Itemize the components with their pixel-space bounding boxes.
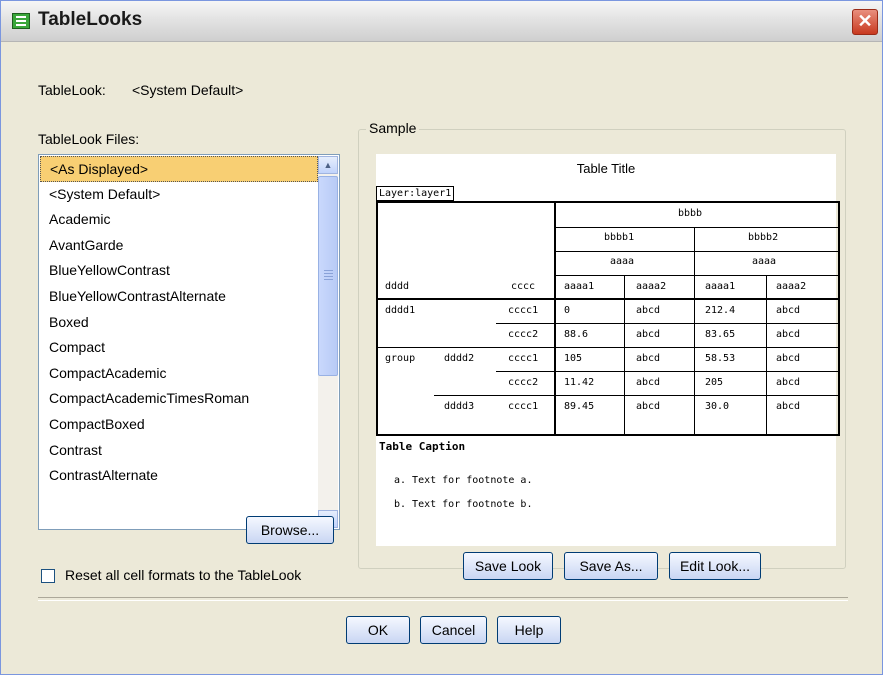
cancel-button[interactable]: Cancel (420, 616, 487, 644)
list-item[interactable]: ContrastAlternate (40, 463, 318, 489)
header-aaaa-right: aaaa (752, 256, 777, 267)
list-item[interactable]: Contrast (40, 438, 318, 464)
table-cell: 58.53 (705, 353, 736, 364)
scroll-up-icon[interactable]: ▲ (318, 156, 338, 174)
footnote-a: a. Text for footnote a. (394, 475, 533, 486)
list-item[interactable]: CompactBoxed (40, 412, 318, 438)
table-cell: abcd (636, 377, 661, 388)
list-item[interactable]: Boxed (40, 310, 318, 336)
table-cell: 0 (564, 305, 571, 316)
tablelooks-dialog: TableLooks ✕ TableLook: <System Default>… (0, 0, 883, 675)
table-cell: 30.0 (705, 401, 730, 412)
header-dddd: dddd (385, 281, 410, 292)
list-scrollbar[interactable]: ▲ ▼ (318, 156, 338, 528)
reset-cell-formats-checkbox[interactable] (41, 569, 55, 583)
tablelook-files-label: TableLook Files: (38, 131, 140, 147)
table-cell: 88.6 (564, 329, 589, 340)
sample-table-title: Table Title (576, 161, 636, 176)
tablelook-value: <System Default> (132, 82, 244, 98)
sample-caption: Table Caption (379, 440, 466, 453)
reset-cell-formats-label: Reset all cell formats to the TableLook (65, 567, 302, 583)
table-cell: abcd (776, 329, 801, 340)
table-cell: 89.45 (564, 401, 595, 412)
row-group-label: group (385, 353, 416, 364)
sample-group-label: Sample (366, 120, 420, 136)
help-button[interactable]: Help (497, 616, 561, 644)
header-col3: aaaa1 (705, 281, 736, 292)
table-cell: abcd (636, 401, 661, 412)
sample-preview: Table Title Layer:layer1 bbbb bbbb1 bbbb… (376, 154, 840, 546)
tablelook-label: TableLook: (38, 82, 106, 98)
header-col1: aaaa1 (564, 281, 595, 292)
table-cell: 11.42 (564, 377, 595, 388)
list-items: <As Displayed> <System Default> Academic Av… (40, 156, 318, 489)
header-bbbb2: bbbb2 (748, 232, 779, 243)
ok-button[interactable]: OK (346, 616, 410, 644)
list-item[interactable]: CompactAcademic (40, 361, 318, 387)
save-look-button[interactable]: Save Look (463, 552, 553, 580)
tablelook-files-list[interactable]: <As Displayed> <System Default> Academic Av… (38, 154, 340, 530)
header-aaaa-left: aaaa (610, 256, 635, 267)
list-item[interactable]: AvantGarde (40, 233, 318, 259)
save-as-button[interactable]: Save As... (564, 552, 658, 580)
list-item[interactable]: <System Default> (40, 182, 318, 208)
list-item[interactable]: BlueYellowContrastAlternate (40, 284, 318, 310)
row-cccc-label: cccc1 (508, 305, 539, 316)
header-cccc: cccc (511, 281, 536, 292)
list-item[interactable]: Academic (40, 207, 318, 233)
list-item[interactable]: BlueYellowContrast (40, 258, 318, 284)
table-cell: abcd (776, 305, 801, 316)
title-bar[interactable]: TableLooks ✕ (1, 1, 882, 42)
sample-layer-label: Layer:layer1 (376, 186, 455, 201)
list-item[interactable]: CompactAcademicTimesRoman (40, 386, 318, 412)
table-cell: abcd (776, 353, 801, 364)
window-title: TableLooks (38, 9, 143, 30)
sample-pivot-table: bbbb bbbb1 bbbb2 aaaa aaaa dddd cccc aaa… (376, 201, 840, 436)
row-cccc-label: cccc2 (508, 329, 539, 340)
header-bbbb: bbbb (678, 208, 703, 219)
header-bbbb1: bbbb1 (604, 232, 635, 243)
row-dddd-label: dddd2 (444, 353, 475, 364)
list-item[interactable]: Compact (40, 335, 318, 361)
list-item[interactable]: <As Displayed> (40, 156, 318, 182)
divider (38, 597, 848, 601)
dialog-body: TableLook: <System Default> TableLook Fi… (1, 42, 882, 674)
row-cccc-label: cccc1 (508, 401, 539, 412)
footnote-b: b. Text for footnote b. (394, 499, 533, 510)
table-cell: abcd (636, 305, 661, 316)
table-cell: abcd (776, 377, 801, 388)
table-cell: abcd (776, 401, 801, 412)
table-cell: 105 (564, 353, 583, 364)
table-cell: abcd (636, 329, 661, 340)
edit-look-button[interactable]: Edit Look... (669, 552, 761, 580)
header-col2: aaaa2 (636, 281, 667, 292)
scroll-thumb[interactable] (318, 176, 338, 376)
close-icon[interactable]: ✕ (852, 9, 878, 35)
table-cell: 212.4 (705, 305, 736, 316)
table-cell: 83.65 (705, 329, 736, 340)
table-cell: 205 (705, 377, 724, 388)
header-col4: aaaa2 (776, 281, 807, 292)
row-cccc-label: cccc1 (508, 353, 539, 364)
table-cell: abcd (636, 353, 661, 364)
row-cccc-label: cccc2 (508, 377, 539, 388)
row-dddd-label: dddd1 (385, 305, 416, 316)
app-table-icon (12, 13, 30, 29)
row-dddd-label: dddd3 (444, 401, 475, 412)
browse-button[interactable]: Browse... (246, 516, 334, 544)
